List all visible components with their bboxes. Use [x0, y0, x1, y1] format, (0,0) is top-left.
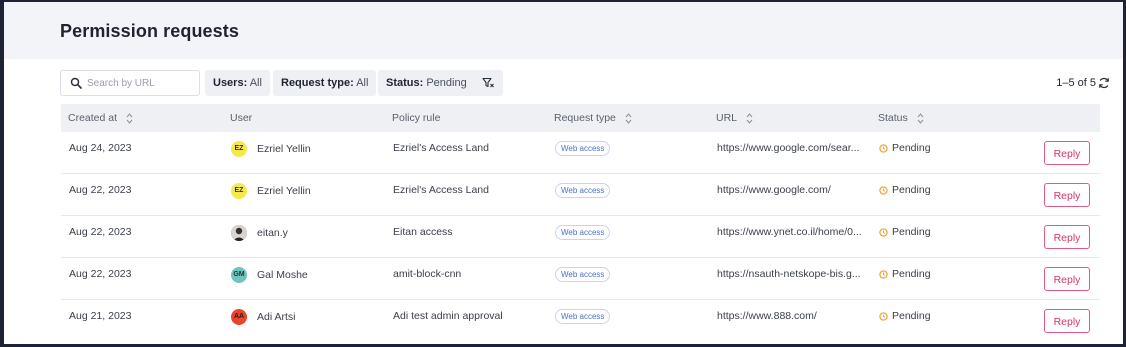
status-filter[interactable]: Status: Pending [378, 70, 475, 96]
status-text: Pending [892, 142, 931, 154]
policy-rule-cell: Eitan access [393, 226, 453, 238]
col-user: User [230, 104, 252, 132]
col-status-label: Status [878, 112, 908, 124]
toolbar: Users: All Request type: All Status: Pen… [60, 70, 1110, 96]
user-name: eitan.y [257, 227, 288, 239]
sort-icon [625, 112, 632, 124]
col-policy-rule-label: Policy rule [392, 112, 441, 124]
table-row: Aug 22, 2023 eitan.y Eitan access Web ac… [61, 216, 1100, 258]
reply-button[interactable]: Reply [1044, 183, 1090, 207]
sort-icon [746, 112, 752, 124]
request-type-badge: Web access [555, 141, 611, 156]
policy-rule-cell: amit-block-cnn [393, 268, 462, 280]
users-filter-value: All [249, 77, 262, 89]
pagination-text: 1–5 of 5 [1056, 77, 1096, 89]
clock-icon [879, 270, 888, 279]
col-created-at[interactable]: Created at [68, 104, 133, 132]
table-row: Aug 22, 2023 GM Gal Moshe amit-block-cnn… [61, 258, 1100, 300]
avatar: EZ [231, 141, 247, 157]
created-at-cell: Aug 22, 2023 [69, 226, 132, 238]
avatar: EZ [231, 183, 247, 199]
user-photo-icon [231, 225, 247, 241]
url-cell: https://www.888.com/ [717, 310, 817, 322]
clock-icon [879, 144, 888, 153]
users-filter[interactable]: Users: All [205, 70, 270, 96]
created-at-cell: Aug 22, 2023 [69, 184, 132, 196]
status-text: Pending [892, 184, 931, 196]
col-user-label: User [230, 112, 253, 124]
reply-button[interactable]: Reply [1044, 225, 1090, 249]
app-frame: Permission requests Users: All Request t… [4, 2, 1123, 344]
reply-button[interactable]: Reply [1044, 267, 1090, 291]
table-row: Aug 22, 2023 EZ Ezriel Yellin Ezriel's A… [61, 174, 1100, 216]
page-header: Permission requests [4, 2, 1123, 59]
sort-icon [917, 112, 924, 124]
avatar: AA [231, 309, 247, 325]
policy-rule-cell: Adi test admin approval [393, 310, 503, 322]
policy-rule-cell: Ezriel's Access Land [393, 184, 489, 196]
col-url[interactable]: URL [716, 104, 753, 132]
clock-icon [879, 186, 888, 195]
status-text: Pending [892, 268, 931, 280]
request-type-filter[interactable]: Request type: All [273, 70, 377, 96]
avatar: GM [231, 267, 247, 283]
request-type-badge: Web access [555, 309, 611, 324]
search-box[interactable] [60, 70, 200, 96]
search-input[interactable] [87, 71, 195, 95]
table-row: Aug 24, 2023 EZ Ezriel Yellin Ezriel's A… [61, 132, 1100, 174]
avatar [231, 225, 247, 241]
created-at-cell: Aug 21, 2023 [69, 310, 132, 322]
clock-icon [879, 228, 888, 237]
user-name: Ezriel Yellin [257, 143, 311, 155]
request-type-badge: Web access [555, 225, 611, 240]
reply-button[interactable]: Reply [1044, 141, 1090, 165]
request-type-filter-label: Request type: [281, 77, 354, 89]
col-url-label: URL [716, 112, 737, 124]
filter-icon [482, 77, 494, 88]
col-status[interactable]: Status [878, 104, 924, 132]
created-at-cell: Aug 22, 2023 [69, 268, 132, 280]
request-type-badge: Web access [555, 267, 611, 282]
request-type-filter-value: All [356, 77, 369, 89]
col-policy-rule: Policy rule [392, 104, 440, 132]
sort-icon [126, 112, 133, 124]
search-icon [70, 77, 82, 89]
status-filter-value: Pending [426, 77, 467, 89]
col-request-type-label: Request type [554, 112, 616, 124]
created-at-cell: Aug 24, 2023 [69, 142, 132, 154]
status-filter-label: Status: [386, 77, 424, 89]
refresh-icon[interactable] [1098, 77, 1110, 89]
col-created-at-label: Created at [68, 112, 118, 124]
page-title: Permission requests [60, 21, 239, 41]
col-request-type[interactable]: Request type [554, 104, 632, 132]
status-text: Pending [892, 226, 931, 238]
url-cell: https://www.google.com/ [717, 184, 831, 196]
user-name: Gal Moshe [257, 269, 308, 281]
url-cell: https://nsauth-netskope-bis.g... [717, 268, 861, 280]
status-text: Pending [892, 310, 931, 322]
reply-button[interactable]: Reply [1044, 309, 1090, 333]
clear-filters-button[interactable] [473, 70, 503, 96]
users-filter-label: Users: [213, 77, 248, 89]
user-name: Adi Artsi [257, 311, 296, 323]
table-header: Created at User Policy rule Request type… [61, 104, 1100, 132]
clock-icon [879, 312, 888, 321]
url-cell: https://www.google.com/sear... [717, 142, 860, 154]
user-name: Ezriel Yellin [257, 185, 311, 197]
request-type-badge: Web access [555, 183, 611, 198]
url-cell: https://www.ynet.co.il/home/0... [717, 226, 862, 238]
table-row: Aug 21, 2023 AA Adi Artsi Adi test admin… [61, 300, 1100, 342]
policy-rule-cell: Ezriel's Access Land [393, 142, 489, 154]
